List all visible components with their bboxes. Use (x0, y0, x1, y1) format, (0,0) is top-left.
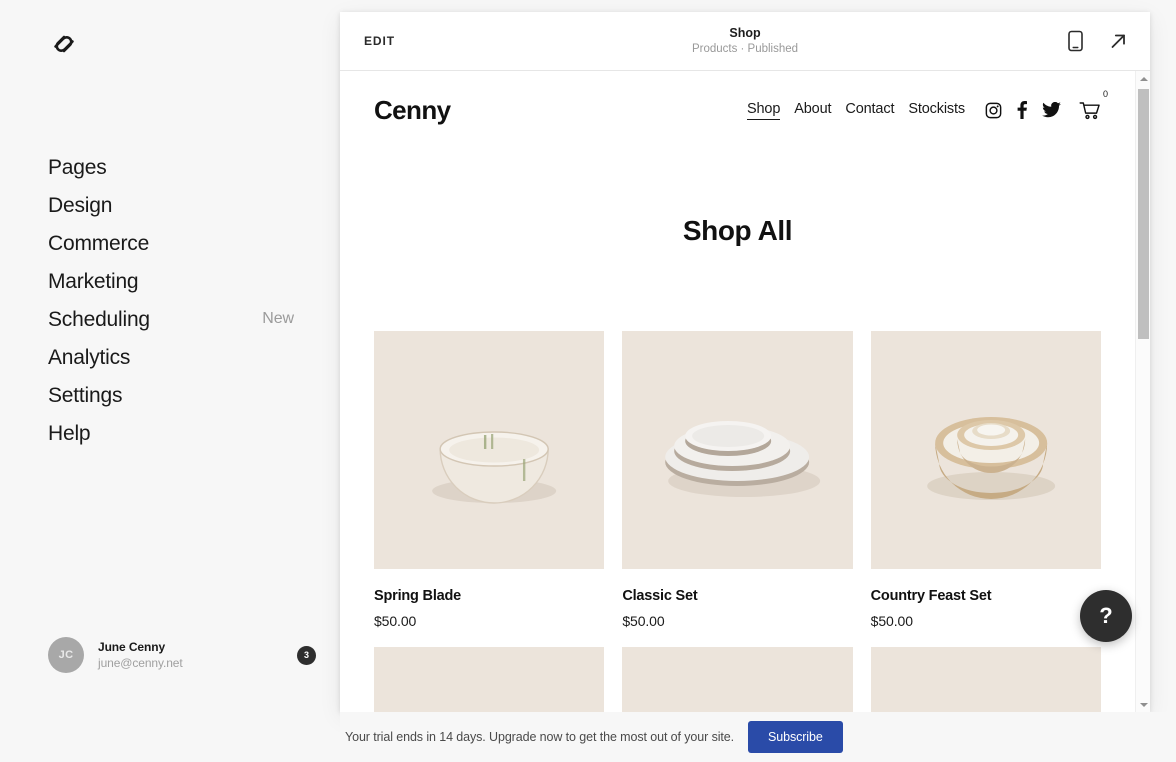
sidebar-item-label: Analytics (48, 345, 131, 369)
site-nav-shop[interactable]: Shop (746, 101, 780, 120)
user-text: June Cenny june@cenny.net (98, 639, 297, 671)
user-name: June Cenny (98, 639, 166, 654)
avatar: JC (48, 637, 84, 673)
product-image-placeholder[interactable] (622, 647, 853, 712)
instagram-icon[interactable] (985, 102, 1002, 119)
help-button[interactable]: ? (1080, 590, 1132, 642)
product-image-nested-tan-bowls[interactable] (870, 331, 1101, 569)
sidebar-item-label: Scheduling (48, 307, 150, 331)
user-email: june@cenny.net (98, 656, 183, 670)
sidebar-item-label: Design (48, 193, 113, 217)
site-brand-logo[interactable]: Cenny (374, 95, 451, 126)
product-card[interactable] (374, 647, 605, 712)
sidebar-item-label: Help (48, 421, 91, 445)
sidebar: Pages Design Commerce Marketing Scheduli… (0, 0, 340, 762)
subscribe-button[interactable]: Subscribe (748, 721, 843, 753)
site-viewport: Cenny Shop About Contact Stockists 0 Sho… (340, 71, 1150, 712)
product-image-stacked-white-plates[interactable] (622, 331, 853, 569)
site-nav-stockists[interactable]: Stockists (908, 101, 965, 119)
product-card[interactable]: Classic Set $50.00 (622, 331, 853, 629)
product-price: $50.00 (374, 613, 417, 629)
sidebar-item-badge-new: New (262, 310, 294, 327)
site-nav-about[interactable]: About (794, 101, 831, 119)
site-nav-contact[interactable]: Contact (845, 101, 894, 119)
product-card[interactable] (870, 647, 1101, 712)
product-name: Classic Set (622, 588, 698, 604)
product-name: Spring Blade (374, 588, 462, 604)
sidebar-item-help[interactable]: Help (0, 414, 340, 452)
edit-button[interactable]: EDIT (364, 34, 395, 48)
sidebar-item-settings[interactable]: Settings (0, 376, 340, 414)
product-card[interactable] (622, 647, 853, 712)
sidebar-item-analytics[interactable]: Analytics (0, 338, 340, 376)
product-grid: Spring Blade $50.00 Classic Set $50.00 C… (340, 331, 1135, 712)
product-card[interactable]: Country Feast Set $50.00 (870, 331, 1101, 629)
site-navigation: Shop About Contact Stockists 0 (746, 89, 1108, 120)
shopping-cart-icon[interactable]: 0 (1079, 89, 1108, 120)
notification-badge[interactable]: 3 (297, 645, 316, 665)
product-name: Country Feast Set (870, 588, 992, 604)
site-header: Cenny Shop About Contact Stockists 0 (340, 71, 1135, 149)
sidebar-item-label: Marketing (48, 269, 139, 293)
product-card[interactable]: Spring Blade $50.00 (374, 331, 605, 629)
chevron-up-icon (1139, 76, 1148, 81)
trial-banner: Your trial ends in 14 days. Upgrade now … (340, 712, 1176, 762)
sidebar-item-marketing[interactable]: Marketing (0, 262, 340, 300)
social-links: 0 (985, 89, 1108, 120)
product-image-ceramic-bowl-cream[interactable] (374, 331, 605, 569)
user-account-block[interactable]: JC June Cenny june@cenny.net 3 (48, 633, 316, 677)
twitter-icon[interactable] (1042, 101, 1061, 118)
site-content: Cenny Shop About Contact Stockists 0 Sho… (340, 71, 1135, 712)
product-price: $50.00 (622, 613, 665, 629)
sidebar-nav: Pages Design Commerce Marketing Scheduli… (0, 148, 340, 452)
preview-toolbar-actions (1068, 30, 1128, 52)
sidebar-item-pages[interactable]: Pages (0, 148, 340, 186)
sidebar-item-design[interactable]: Design (0, 186, 340, 224)
product-image-placeholder[interactable] (374, 647, 605, 712)
sidebar-item-scheduling[interactable]: Scheduling New (0, 300, 340, 338)
preview-page-info: Shop Products · Published (340, 25, 1150, 57)
sidebar-item-commerce[interactable]: Commerce (0, 224, 340, 262)
scroll-down-arrow-icon[interactable] (1136, 697, 1150, 712)
product-image-placeholder[interactable] (870, 647, 1101, 712)
trial-message: Your trial ends in 14 days. Upgrade now … (345, 730, 734, 744)
product-price: $50.00 (870, 613, 913, 629)
chevron-down-icon (1139, 702, 1148, 707)
sidebar-item-label: Commerce (48, 231, 150, 255)
preview-toolbar: EDIT Shop Products · Published (340, 12, 1150, 71)
facebook-icon[interactable] (1016, 101, 1028, 119)
scroll-up-arrow-icon[interactable] (1136, 71, 1150, 86)
sidebar-item-label: Pages (48, 155, 107, 179)
preview-scrollbar[interactable] (1135, 71, 1150, 712)
sidebar-item-label: Settings (48, 383, 123, 407)
page-title: Shop (729, 25, 761, 40)
open-external-arrow-icon[interactable] (1109, 32, 1128, 51)
site-preview-panel: EDIT Shop Products · Published Cenny Sho… (340, 12, 1150, 712)
scrollbar-thumb[interactable] (1138, 89, 1149, 339)
page-status: Products · Published (691, 42, 799, 55)
squarespace-admin-window: Pages Design Commerce Marketing Scheduli… (0, 0, 1176, 762)
mobile-device-icon[interactable] (1068, 30, 1083, 52)
shop-all-heading: Shop All (682, 215, 793, 246)
squarespace-logo-icon[interactable] (46, 26, 82, 62)
